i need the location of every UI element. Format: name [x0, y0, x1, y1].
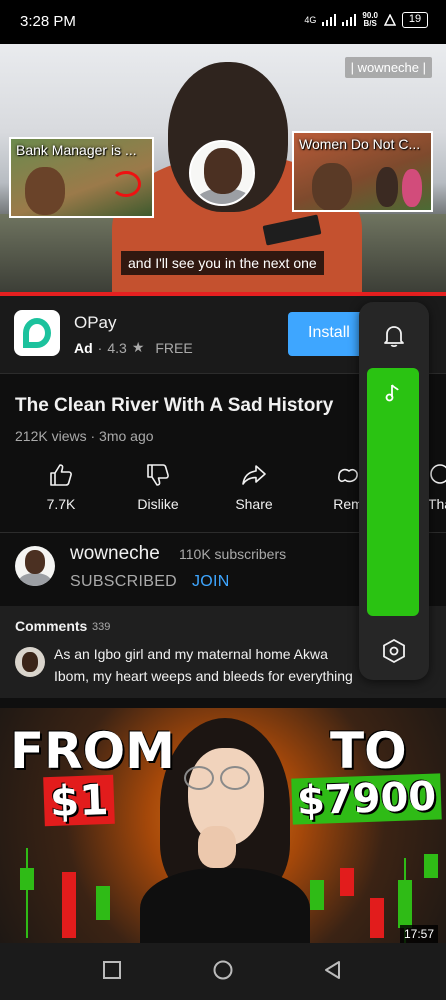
- bell-icon[interactable]: [381, 322, 407, 348]
- ad-app-name: OPay: [74, 313, 117, 332]
- remix-icon: [338, 468, 358, 483]
- battery-icon: 19: [402, 12, 428, 28]
- endcard-thumbnail-face: [25, 167, 65, 215]
- endcard-video-2[interactable]: Women Do Not C...: [292, 131, 433, 212]
- status-bar: 3:28 PM 4G 90.0 B/S 19: [0, 0, 446, 44]
- glasses-icon: [184, 766, 214, 790]
- video-duration: 17:57: [399, 925, 438, 943]
- channel-watermark: | wowneche |: [344, 57, 432, 78]
- share-button[interactable]: Share: [228, 462, 280, 514]
- ad-rating: 4.3: [107, 339, 127, 356]
- avatar-face: [25, 550, 45, 574]
- endcard-video-1[interactable]: Bank Manager is ...: [9, 137, 154, 218]
- video-caption: and I'll see you in the next one: [121, 251, 324, 275]
- glasses-icon: [220, 766, 250, 790]
- network-type: 4G: [304, 14, 317, 25]
- floating-side-panel[interactable]: [359, 302, 429, 680]
- video-meta[interactable]: 212K views · 3mo ago: [15, 428, 154, 444]
- signal-icon: [322, 14, 337, 26]
- system-navigation-bar: [0, 943, 446, 1000]
- alarm-icon: [384, 14, 396, 26]
- dislike-icon: [147, 464, 169, 486]
- chart-candle: [62, 872, 76, 938]
- ad-meta: Ad · 4.3 ★ FREE: [74, 339, 193, 356]
- share-label: Share: [235, 496, 273, 512]
- thumbnail-body: [140, 868, 310, 943]
- chart-wick: [26, 848, 28, 938]
- thumbnail-to-text: TO: [330, 722, 407, 780]
- join-button[interactable]: JOIN: [192, 573, 230, 591]
- channel-avatar[interactable]: [15, 546, 55, 586]
- chart-candle: [370, 898, 384, 938]
- dislike-label: Dislike: [137, 496, 179, 512]
- thumbnail-from-amount: $1: [43, 774, 116, 827]
- share-icon: [242, 465, 266, 485]
- thumbnail-person: [140, 718, 310, 943]
- home-icon[interactable]: [212, 959, 234, 981]
- endcard-title: Women Do Not C...: [299, 136, 421, 152]
- chart-candle: [310, 880, 324, 910]
- signal-icon-2: [342, 14, 357, 26]
- thanks-label: Tha: [427, 496, 446, 512]
- ad-separator: ·: [97, 339, 103, 356]
- endcard-title: Bank Manager is ...: [16, 142, 137, 158]
- avatar-face: [204, 148, 242, 194]
- music-note-icon: [385, 384, 399, 402]
- endcard-thumbnail-figure: [376, 167, 398, 207]
- thumbnail-from-text: FROM: [10, 722, 175, 780]
- comments-count: 339: [92, 621, 111, 633]
- subscribed-button[interactable]: SUBSCRIBED: [70, 573, 177, 591]
- video-title[interactable]: The Clean River With A Sad History: [15, 395, 333, 417]
- subscriber-count: 110K subscribers: [179, 546, 287, 562]
- thumbnail-hand: [198, 826, 236, 868]
- ad-label: Ad: [74, 339, 93, 356]
- comments-title: Comments: [15, 618, 88, 634]
- chart-candle: [424, 854, 438, 878]
- ad-price: FREE: [155, 339, 193, 356]
- music-shortcut[interactable]: [367, 368, 419, 616]
- endcard-arrow-icon: [111, 171, 141, 197]
- thumbnail-to-amount: $7900: [291, 773, 442, 825]
- endcard-thumbnail-face: [312, 163, 352, 210]
- endcard-thumbnail-figure: [402, 169, 422, 207]
- status-icons: 4G 90.0 B/S 19: [304, 12, 428, 28]
- chart-candle: [340, 868, 354, 896]
- like-button[interactable]: 7.7K: [36, 462, 86, 514]
- opay-logo-icon: [23, 318, 51, 348]
- ad-app-logo: [14, 310, 60, 356]
- network-speed: 90.0 B/S: [362, 11, 378, 28]
- like-count: 7.7K: [46, 496, 76, 512]
- back-icon[interactable]: [322, 959, 344, 981]
- status-time: 3:28 PM: [20, 13, 76, 30]
- chart-candle: [96, 886, 110, 920]
- dislike-button[interactable]: Dislike: [130, 462, 186, 514]
- thanks-icon: [430, 464, 446, 484]
- avatar-body: [19, 573, 51, 586]
- video-player[interactable]: | wowneche | Bank Manager is ... Women D…: [0, 44, 446, 296]
- next-video-thumbnail[interactable]: FROM $1 TO $7900 17:57: [0, 708, 446, 943]
- commenter-avatar: [15, 647, 45, 677]
- recents-icon[interactable]: [101, 959, 123, 981]
- endscreen-channel-avatar[interactable]: [189, 140, 255, 206]
- settings-hexagon-icon[interactable]: [381, 638, 407, 664]
- star-icon: ★: [131, 339, 145, 355]
- like-icon: [50, 464, 72, 486]
- top-comment: As an Igbo girl and my maternal home Akw…: [54, 646, 353, 684]
- channel-name[interactable]: wowneche: [70, 543, 160, 565]
